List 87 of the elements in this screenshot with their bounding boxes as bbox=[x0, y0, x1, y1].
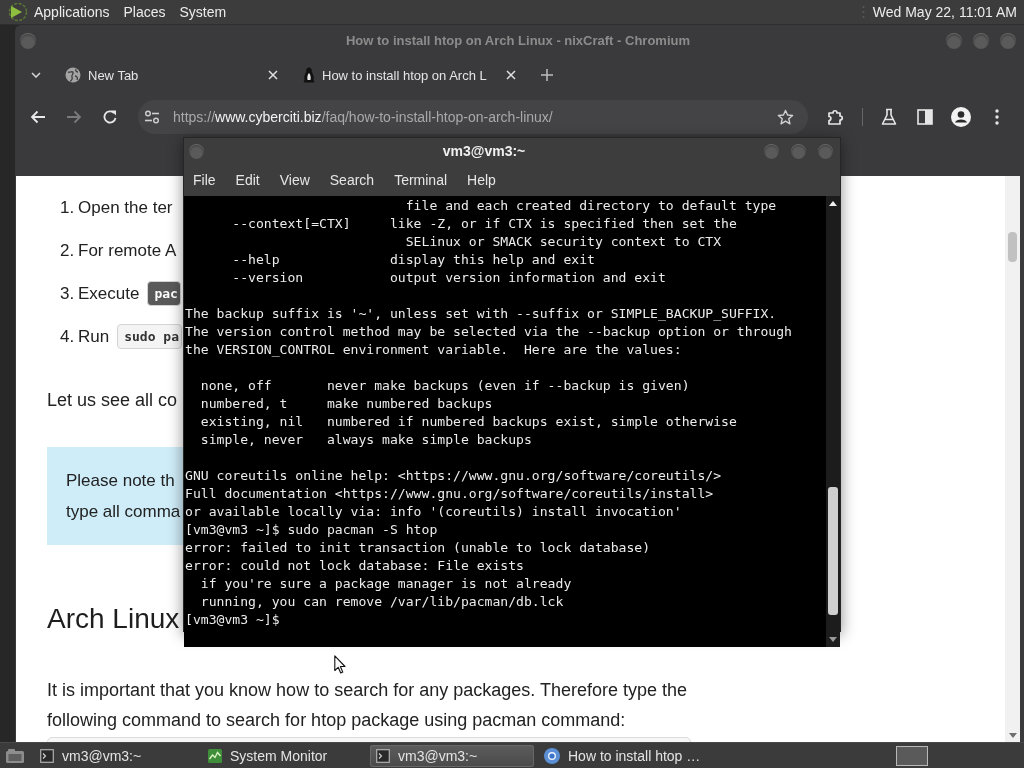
terminal-icon bbox=[40, 748, 54, 763]
plus-icon[interactable] bbox=[541, 69, 553, 81]
terminal-line: numbered, t make numbered backups bbox=[199, 395, 493, 413]
scroll-down-icon[interactable] bbox=[829, 637, 837, 642]
panel-menu[interactable]: Applications bbox=[34, 4, 110, 20]
step-text: Run bbox=[78, 326, 110, 347]
puzzle-icon[interactable] bbox=[827, 108, 845, 126]
step-text: For remote A bbox=[78, 240, 177, 261]
scrollbar[interactable] bbox=[1005, 176, 1020, 742]
close-icon[interactable] bbox=[268, 70, 278, 80]
close-icon[interactable] bbox=[506, 70, 516, 80]
section-heading: Arch Linux bbox=[47, 602, 180, 636]
scrollbar-thumb[interactable] bbox=[1008, 232, 1017, 262]
workspace-switcher[interactable] bbox=[896, 745, 928, 766]
chevron-down-icon[interactable] bbox=[31, 72, 41, 78]
terminal-line: none, off never make backups (even if --backup is given) bbox=[199, 377, 690, 395]
body-text: Let us see all co bbox=[47, 389, 178, 412]
scrollbar[interactable] bbox=[826, 196, 840, 647]
panel-menu[interactable]: Places bbox=[123, 4, 166, 20]
reload-icon[interactable] bbox=[102, 109, 118, 125]
menu-item[interactable]: File bbox=[193, 172, 216, 188]
mouse-pointer-icon bbox=[334, 655, 346, 674]
chromium-icon bbox=[544, 747, 560, 764]
terminal-line: the VERSION_CONTROL environment variable. Here are the values: bbox=[185, 341, 682, 359]
terminal-line: SELinux or SMACK security context to CTX bbox=[404, 233, 722, 251]
menu-item[interactable]: Terminal bbox=[394, 172, 448, 188]
terminal-line: The backup suffix is '~', unless set with --suffix or SIMPLE_BACKUP_SUFFIX. bbox=[185, 305, 777, 323]
browser-tab[interactable]: How to install htop on Arch L bbox=[292, 58, 530, 92]
window-title: How to install htop on Arch Linux - nixCraft - Chromium bbox=[345, 33, 691, 48]
show-desktop-icon[interactable] bbox=[5, 747, 25, 764]
profile-icon[interactable] bbox=[951, 107, 971, 127]
terminal-line: GNU coreutils online help: <https://www.gnu.org/software/coreutils/> bbox=[185, 467, 722, 485]
terminal-line: simple, never always make simple backups bbox=[199, 431, 532, 449]
terminal-line: or available locally via: info '(coreutils) install invocation' bbox=[185, 503, 682, 521]
terminal-line: error: failed to init transaction (unable to lock database) bbox=[185, 539, 651, 557]
step-number: 2. bbox=[60, 240, 76, 261]
sliders-icon[interactable] bbox=[144, 110, 160, 124]
terminal-line: [vm3@vm3 ~]$ sudo pacman -S htop bbox=[185, 521, 438, 539]
terminal-line: Full documentation <https://www.gnu.org/software/coreutils/install> bbox=[185, 485, 714, 503]
tab-title: How to install htop on Arch L bbox=[322, 67, 488, 83]
terminal-line: The version control method may be selected via the --backup option or through bbox=[185, 323, 792, 341]
terminal-line: --help display this help and exit bbox=[231, 251, 595, 269]
body-text: It is important that you know how to search for any packages. Therefore type the following command to search for htop package using pacman command: bbox=[47, 679, 688, 732]
terminal-line: --version output version information and exit bbox=[231, 269, 666, 287]
taskbar-item[interactable]: How to install htop … bbox=[538, 744, 702, 767]
step-text: Open the ter bbox=[78, 197, 173, 218]
menu-item[interactable]: Edit bbox=[235, 172, 260, 188]
menu-item[interactable]: View bbox=[279, 172, 310, 188]
menu-item[interactable]: Search bbox=[329, 172, 375, 188]
terminal-line: --context[=CTX] like -Z, or if CTX is specified then set the bbox=[231, 215, 737, 233]
globe-icon bbox=[65, 67, 81, 83]
penguin-icon bbox=[303, 67, 315, 83]
clock[interactable]: Wed May 22, 11:01 AM bbox=[872, 4, 1017, 20]
scrollbar-thumb[interactable] bbox=[828, 487, 838, 615]
menu-item[interactable]: Help bbox=[467, 172, 496, 188]
terminal-line: running, you can remove /var/lib/pacman/db.lck bbox=[199, 593, 564, 611]
sidebar-icon[interactable] bbox=[917, 109, 933, 125]
code-snippet: sudo pa bbox=[117, 324, 182, 349]
step-number: 4. bbox=[60, 326, 76, 347]
terminal-screen[interactable] bbox=[184, 196, 826, 647]
tab-title: New Tab bbox=[88, 67, 140, 83]
terminal-line: error: could not lock database: File exists bbox=[185, 557, 524, 575]
terminal-line: if you're sure a package manager is not already bbox=[199, 575, 572, 593]
back-arrow-icon[interactable] bbox=[30, 110, 46, 124]
taskbar-item[interactable]: vm3@vm3:~ bbox=[34, 744, 198, 767]
code-snippet: pac bbox=[147, 281, 181, 306]
scroll-down-icon[interactable] bbox=[1009, 733, 1017, 738]
chart-monitor-icon bbox=[208, 748, 222, 763]
logo-icon[interactable] bbox=[8, 2, 28, 22]
terminal-icon bbox=[376, 748, 390, 763]
star-icon[interactable] bbox=[777, 108, 794, 126]
more-menu-icon[interactable] bbox=[995, 109, 999, 125]
scroll-up-icon[interactable] bbox=[829, 201, 837, 206]
terminal-line: [vm3@vm3 ~]$ bbox=[185, 611, 280, 629]
step-number: 1. bbox=[60, 197, 76, 218]
address-bar[interactable]: https://www.cyberciti.biz/faq/how-to-install-htop-on-arch-linux/ bbox=[138, 100, 808, 134]
terminal-line: file and each created directory to default type bbox=[404, 197, 777, 215]
taskbar-item[interactable]: System Monitor bbox=[202, 744, 366, 767]
browser-tab[interactable]: New Tab bbox=[54, 58, 292, 92]
window-title: vm3@vm3:~ bbox=[441, 143, 527, 159]
panel-menu[interactable]: System bbox=[179, 4, 227, 20]
flask-icon[interactable] bbox=[881, 108, 897, 126]
step-number: 3. bbox=[60, 283, 76, 304]
step-text: Execute bbox=[78, 283, 140, 304]
terminal-line: existing, nil numbered if numbered backups exist, simple otherwise bbox=[199, 413, 737, 431]
taskbar-item[interactable]: vm3@vm3:~ bbox=[370, 744, 534, 767]
note-text: Please note th type all comma bbox=[66, 470, 181, 523]
